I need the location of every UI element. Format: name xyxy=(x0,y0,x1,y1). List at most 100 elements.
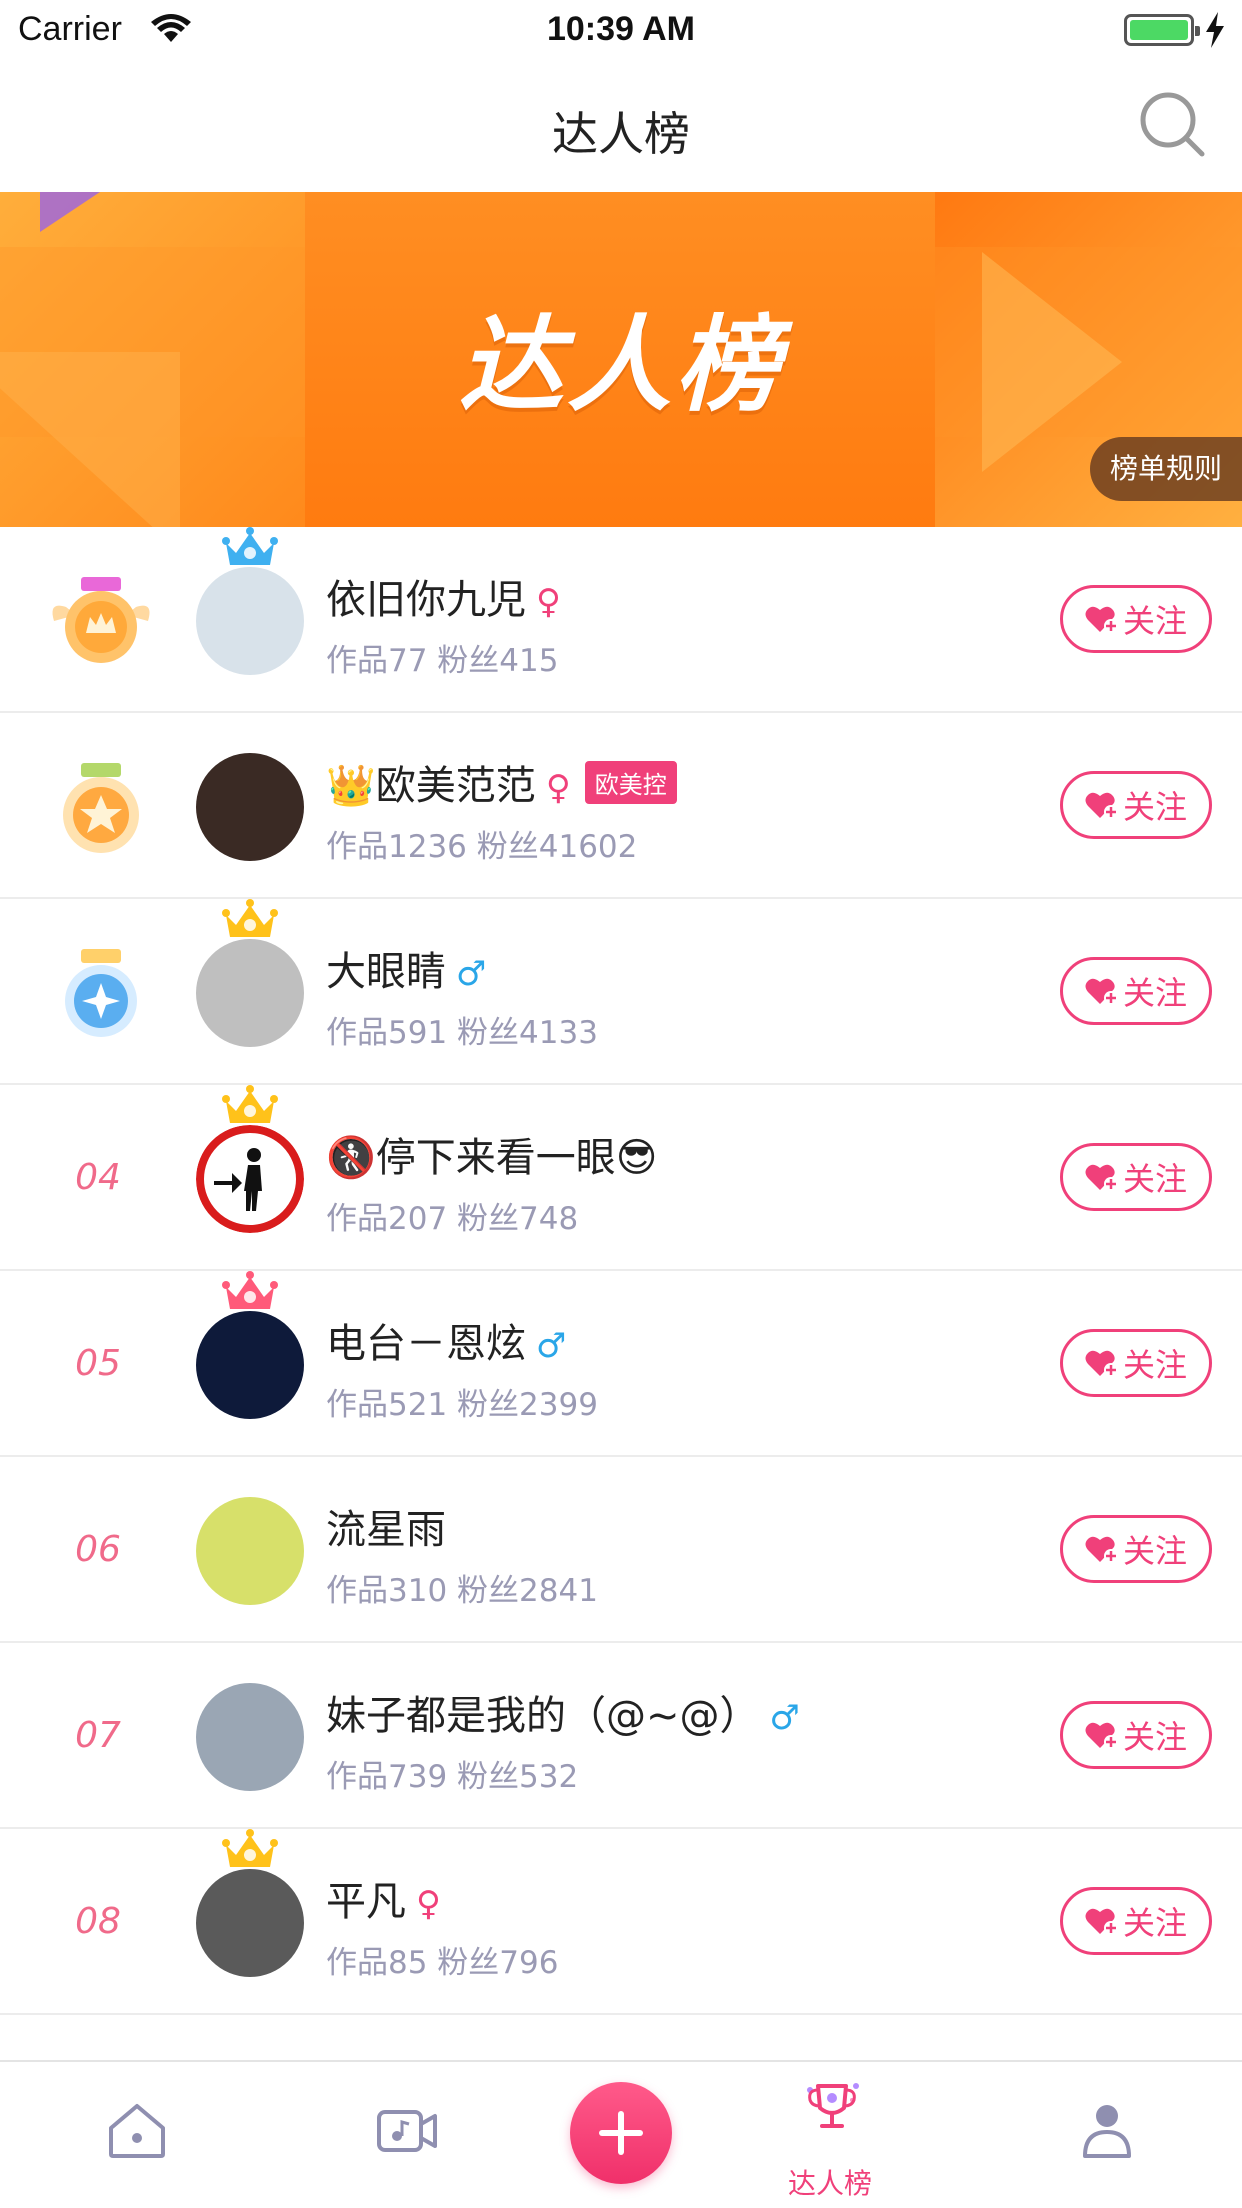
video-camera-icon xyxy=(377,2110,437,2152)
user-stats: 作品207 粉丝748 xyxy=(326,1201,579,1237)
tab-ranking-label: 达人榜 xyxy=(787,2167,872,2200)
crown-icon xyxy=(222,1085,278,1123)
avatar-wrap xyxy=(196,1497,304,1605)
ranking-row[interactable]: 大眼睛 ♂ 作品591 粉丝4133 关注 xyxy=(0,899,1242,1085)
follow-label: 关注 xyxy=(1122,602,1187,640)
ranking-banner[interactable]: 达人榜 榜单规则 xyxy=(0,192,1242,527)
status-time: 10:39 AM xyxy=(546,10,696,48)
avatar[interactable] xyxy=(196,939,304,1047)
follow-label: 关注 xyxy=(1122,974,1187,1012)
tab-ranking[interactable]: 达人榜 xyxy=(755,2062,905,2208)
user-name[interactable]: 大眼睛 xyxy=(326,949,446,995)
heart-plus-icon xyxy=(1085,792,1118,819)
avatar[interactable] xyxy=(196,567,304,675)
user-icon xyxy=(1083,2105,1131,2158)
heart-plus-icon xyxy=(1085,1536,1118,1563)
rank-number: 05 xyxy=(75,1343,121,1384)
ranking-row[interactable]: 依旧你九児 ♀ 作品77 粉丝415 关注 xyxy=(0,527,1242,713)
crown-icon xyxy=(222,1829,278,1867)
follow-button[interactable]: 关注 xyxy=(1060,1887,1212,1955)
user-name[interactable]: 妹子都是我的（@~@） xyxy=(326,1693,760,1739)
follow-button[interactable]: 关注 xyxy=(1060,1143,1212,1211)
banner-decoration xyxy=(40,192,100,232)
user-name[interactable]: 👑欧美范范 xyxy=(326,763,536,809)
gender-icon: ♀ xyxy=(545,768,571,808)
user-stats: 作品521 粉丝2399 xyxy=(326,1387,598,1423)
user-name-line: 妹子都是我的（@~@） ♂ xyxy=(326,1683,800,1741)
user-name-line: 电台－恩炫 ♂ xyxy=(326,1311,566,1369)
user-name-line: 依旧你九児 ♀ xyxy=(326,567,561,625)
trophy-icon xyxy=(807,2083,859,2128)
rank-number: 06 xyxy=(75,1529,121,1570)
rank-number: 04 xyxy=(75,1157,121,1198)
follow-button[interactable]: 关注 xyxy=(1060,957,1212,1025)
tab-profile[interactable] xyxy=(1030,2062,1180,2208)
follow-label: 关注 xyxy=(1122,1160,1187,1198)
avatar-wrap xyxy=(196,753,304,861)
follow-label: 关注 xyxy=(1122,1904,1187,1942)
user-name[interactable]: 🚷停下来看一眼😎 xyxy=(326,1135,658,1181)
ranking-row[interactable]: 👑欧美范范 ♀ 欧美控 作品1236 粉丝41602 关注 xyxy=(0,713,1242,899)
gender-icon: ♂ xyxy=(536,1326,567,1366)
avatar[interactable] xyxy=(196,1497,304,1605)
page-title: 达人榜 xyxy=(552,107,690,161)
bronze-medal-icon xyxy=(46,943,156,1053)
tab-bar: 达人榜 xyxy=(0,2060,1242,2208)
ranking-row[interactable]: 04 🚷停下来看一眼😎 作品207 粉丝748 关注 xyxy=(0,1085,1242,1271)
tab-home[interactable] xyxy=(60,2062,210,2208)
avatar-wrap xyxy=(196,1271,304,1419)
user-name[interactable]: 流星雨 xyxy=(326,1507,446,1553)
search-icon[interactable] xyxy=(1138,90,1206,158)
rules-button[interactable]: 榜单规则 xyxy=(1090,437,1242,501)
heart-plus-icon xyxy=(1085,606,1118,633)
heart-plus-icon xyxy=(1085,1908,1118,1935)
user-name-line: 流星雨 xyxy=(326,1497,446,1555)
user-stats: 作品591 粉丝4133 xyxy=(326,1015,598,1051)
avatar-wrap xyxy=(196,1683,304,1791)
user-stats: 作品739 粉丝532 xyxy=(326,1759,579,1795)
follow-button[interactable]: 关注 xyxy=(1060,771,1212,839)
user-tag: 欧美控 xyxy=(584,761,677,804)
tab-video[interactable] xyxy=(330,2062,480,2208)
avatar[interactable] xyxy=(196,1125,304,1233)
ranking-row[interactable]: 08 平凡 ♀ 作品85 粉丝796 关注 xyxy=(0,1829,1242,2015)
ranking-row[interactable]: 05 电台－恩炫 ♂ 作品521 粉丝2399 关注 xyxy=(0,1271,1242,1457)
avatar[interactable] xyxy=(196,1311,304,1419)
ranking-list: 依旧你九児 ♀ 作品77 粉丝415 关注 👑欧美范范 ♀ 欧美控 作品1236 粉丝… xyxy=(0,527,1242,2201)
user-name-line: 平凡 ♀ xyxy=(326,1869,441,1927)
rank-number: 08 xyxy=(75,1901,121,1942)
add-button[interactable] xyxy=(570,2082,672,2184)
crown-icon xyxy=(222,1271,278,1309)
gender-icon: ♂ xyxy=(456,954,487,994)
crown-icon xyxy=(222,899,278,937)
crown-icon xyxy=(222,527,278,565)
ranking-row[interactable]: 07 妹子都是我的（@~@） ♂ 作品739 粉丝532 关注 xyxy=(0,1643,1242,1829)
heart-plus-icon xyxy=(1085,1164,1118,1191)
avatar[interactable] xyxy=(196,1683,304,1791)
battery-icon xyxy=(1124,14,1200,46)
plus-icon xyxy=(599,2111,643,2155)
avatar[interactable] xyxy=(196,753,304,861)
follow-button[interactable]: 关注 xyxy=(1060,1515,1212,1583)
gold-medal-icon xyxy=(46,571,156,681)
follow-button[interactable]: 关注 xyxy=(1060,585,1212,653)
heart-plus-icon xyxy=(1085,978,1118,1005)
avatar[interactable] xyxy=(196,1869,304,1977)
gender-icon: ♂ xyxy=(769,1698,800,1738)
gender-icon: ♀ xyxy=(416,1884,441,1924)
follow-button[interactable]: 关注 xyxy=(1060,1329,1212,1397)
silver-medal-icon xyxy=(46,757,156,867)
follow-label: 关注 xyxy=(1122,1532,1187,1570)
user-name[interactable]: 依旧你九児 xyxy=(326,577,526,623)
user-name[interactable]: 平凡 xyxy=(326,1879,406,1925)
user-stats: 作品310 粉丝2841 xyxy=(326,1573,598,1609)
user-name[interactable]: 电台－恩炫 xyxy=(326,1321,526,1367)
home-icon xyxy=(109,2104,165,2158)
user-name-line: 🚷停下来看一眼😎 xyxy=(326,1125,658,1183)
avatar-wrap xyxy=(196,899,304,1047)
gender-icon: ♀ xyxy=(536,582,561,622)
heart-plus-icon xyxy=(1085,1350,1118,1377)
user-name-line: 👑欧美范范 ♀ 欧美控 xyxy=(326,753,677,811)
ranking-row[interactable]: 06 流星雨 作品310 粉丝2841 关注 xyxy=(0,1457,1242,1643)
follow-button[interactable]: 关注 xyxy=(1060,1701,1212,1769)
